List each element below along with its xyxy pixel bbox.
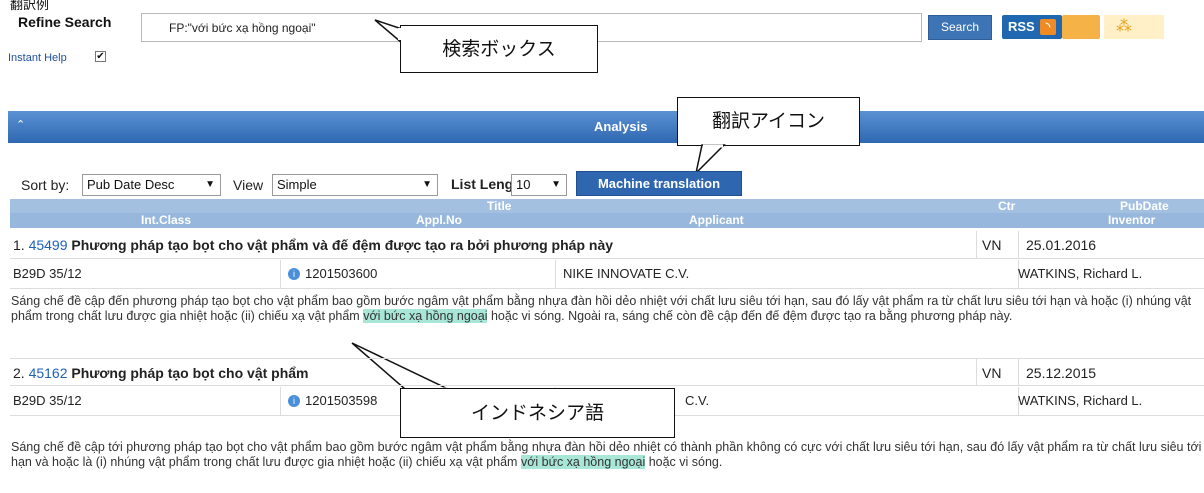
analysis-title: Analysis <box>594 119 648 134</box>
callout-translate-icon: 翻訳アイコン <box>677 97 860 146</box>
rss-label: RSS <box>1008 19 1035 34</box>
abstract-text: hoặc vi sóng. Ngoài ra, sáng chế còn đề … <box>487 309 1013 323</box>
divider <box>1018 359 1019 385</box>
search-button[interactable]: Search <box>928 15 992 40</box>
result-title-text[interactable]: Phương pháp tạo bọt cho vật phẩm <box>71 365 308 381</box>
list-length-value: 10 <box>516 177 531 192</box>
instant-help-checkbox[interactable]: ✔ <box>95 51 106 62</box>
info-icon[interactable]: i <box>288 395 300 407</box>
result-inventor: WATKINS, Richard L. <box>1018 266 1143 281</box>
result-number-link[interactable]: 45499 <box>29 237 68 253</box>
result-title-row: 2. 45162 Phương pháp tạo bọt cho vật phẩ… <box>10 358 1204 386</box>
result-title-text[interactable]: Phương pháp tạo bọt cho vật phẩm và đế đ… <box>71 237 613 253</box>
result-pubdate: 25.12.2015 <box>1026 365 1097 381</box>
col-applno[interactable]: Appl.No <box>416 213 462 227</box>
result-title: 2. 45162 Phương pháp tạo bọt cho vật phẩ… <box>13 365 309 381</box>
view-label: View <box>233 177 264 193</box>
abstract-text: hoặc vi sóng. <box>645 455 723 469</box>
result-applno-text: 1201503600 <box>305 266 378 281</box>
view-value: Simple <box>277 177 317 192</box>
divider <box>555 260 556 288</box>
page-caption: 翻訳例 <box>10 0 50 13</box>
tree-icon: ⁂ <box>1116 18 1132 35</box>
result-applicant: C.V. <box>685 393 710 408</box>
result-applno[interactable]: i 1201503600 <box>288 266 377 281</box>
abstract-highlight: với bức xạ hồng ngoại <box>363 309 488 323</box>
rss-icon: ◝ <box>1040 19 1056 35</box>
chevron-down-icon: ▼ <box>422 179 432 190</box>
result-title: 1. 45499 Phương pháp tạo bọt cho vật phẩ… <box>13 237 613 253</box>
divider <box>280 260 281 288</box>
callout-tail-mask-search <box>398 28 402 40</box>
col-intclass[interactable]: Int.Class <box>141 213 191 227</box>
result-abstract: Sáng chế đề cập đến phương pháp tạo bọt … <box>11 294 1204 324</box>
callout-search-box: 検索ボックス <box>400 25 598 73</box>
result-number-link[interactable]: 45162 <box>29 365 68 381</box>
machine-translation-button[interactable]: Machine translation <box>576 171 742 196</box>
view-select[interactable]: Simple ▼ <box>272 174 438 196</box>
instant-help-label: Instant Help <box>8 52 67 64</box>
result-index: 2. <box>13 365 25 381</box>
info-icon[interactable]: i <box>288 268 300 280</box>
col-applicant[interactable]: Applicant <box>689 213 744 227</box>
rss-feed-extension[interactable] <box>1062 15 1100 39</box>
rss-button[interactable]: RSS ◝ <box>1002 15 1062 39</box>
chevron-down-icon: ▼ <box>551 179 561 190</box>
result-applicant: NIKE INNOVATE C.V. <box>563 266 690 281</box>
result-applno[interactable]: i 1201503598 <box>288 393 377 408</box>
result-meta-row: B29D 35/12 i 1201503600 NIKE INNOVATE C.V… <box>10 260 1204 289</box>
refine-search-label: Refine Search <box>18 14 112 30</box>
list-length-select[interactable]: 10 ▼ <box>511 174 567 196</box>
result-intclass: B29D 35/12 <box>13 266 82 281</box>
results-header-top: Title Ctr PubDate <box>10 199 1204 213</box>
collapse-chevron-icon[interactable]: ⌃ <box>16 118 25 131</box>
chevron-down-icon: ▼ <box>205 179 215 190</box>
divider <box>976 231 977 258</box>
divider <box>976 359 977 385</box>
col-ctr[interactable]: Ctr <box>998 199 1015 213</box>
result-title-row: 1. 45499 Phương pháp tạo bọt cho vật phẩ… <box>10 231 1204 259</box>
divider <box>280 387 281 415</box>
result-applno-text: 1201503598 <box>305 393 378 408</box>
callout-language: インドネシア語 <box>400 388 675 438</box>
tree-view-button[interactable] <box>1104 15 1164 39</box>
sort-by-select[interactable]: Pub Date Desc ▼ <box>82 174 221 196</box>
col-inventor[interactable]: Inventor <box>1108 213 1155 227</box>
results-header-bottom: Int.Class Appl.No Applicant Inventor <box>10 213 1204 228</box>
result-inventor: WATKINS, Richard L. <box>1018 393 1143 408</box>
result-index: 1. <box>13 237 25 253</box>
result-pubdate: 25.01.2016 <box>1026 237 1097 253</box>
result-ctr: VN <box>982 237 1002 253</box>
result-ctr: VN <box>982 365 1002 381</box>
divider <box>1018 231 1019 258</box>
result-abstract: Sáng chế đề cập tới phương pháp tạo bọt … <box>11 440 1204 470</box>
col-title[interactable]: Title <box>487 199 511 213</box>
result-intclass: B29D 35/12 <box>13 393 82 408</box>
sort-by-value: Pub Date Desc <box>87 177 175 192</box>
abstract-highlight: với bức xạ hồng ngoại <box>520 455 646 469</box>
col-pubdate[interactable]: PubDate <box>1120 199 1169 213</box>
sort-by-label: Sort by: <box>21 177 70 193</box>
